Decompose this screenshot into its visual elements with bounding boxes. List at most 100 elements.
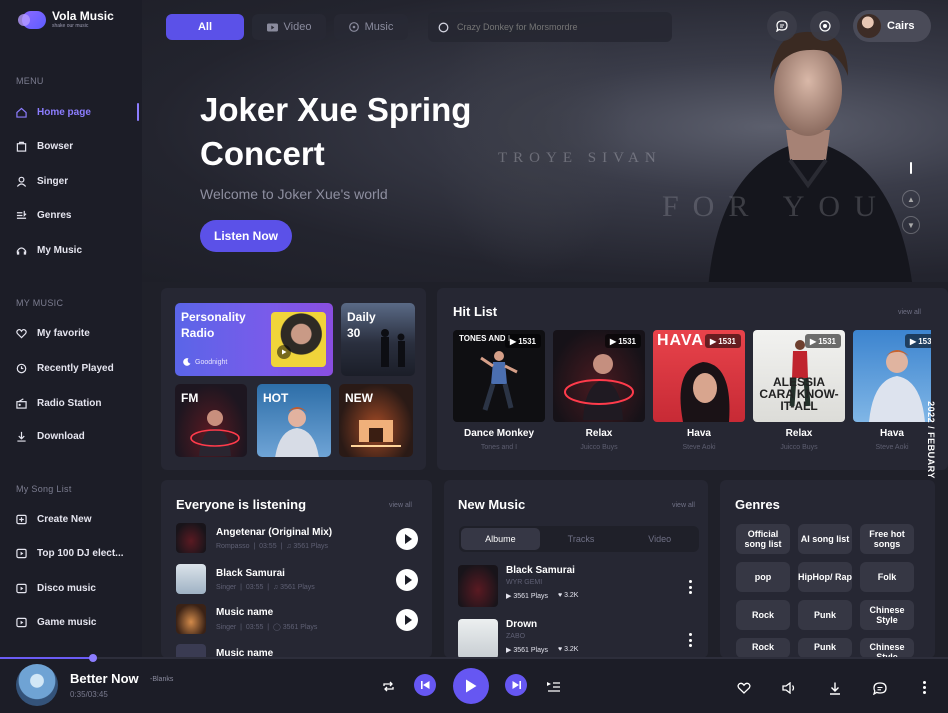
hit-item[interactable]: HAVA ▶ 1531 Hava Steve Aoki <box>653 330 745 451</box>
play-count: 1531 <box>618 336 636 346</box>
carousel-indicator[interactable] <box>910 162 912 174</box>
play-button[interactable] <box>396 569 418 591</box>
new-music-view-all-link[interactable]: view all <box>672 502 695 509</box>
list-item[interactable]: Drown ZABO ▶ 3561 Plays ♥ 3.2K <box>458 619 578 659</box>
sidebar-item-download[interactable]: Download <box>16 426 136 446</box>
sidebar-item-disco-music[interactable]: Disco music <box>16 578 136 598</box>
sidebar-item-top-100[interactable]: Top 100 DJ elect... <box>16 543 136 563</box>
player-more-options-icon[interactable] <box>922 681 926 694</box>
new-card[interactable]: NEW <box>339 384 413 457</box>
play-pause-button[interactable] <box>453 668 489 704</box>
sidebar-item-favorite[interactable]: My favorite <box>16 323 136 343</box>
hit-item[interactable]: ▶1531 Hava Steve Aoki <box>853 330 931 451</box>
messages-button[interactable] <box>767 11 797 41</box>
play-count-badge: ▶1531 <box>505 334 541 348</box>
sidebar-item-label: Recently Played <box>37 362 114 374</box>
sidebar-item-singer[interactable]: Singer <box>16 171 136 191</box>
sidebar-item-recently-played[interactable]: Recently Played <box>16 358 136 378</box>
tab-all[interactable]: All <box>166 14 244 40</box>
previous-button[interactable] <box>414 674 436 696</box>
hit-cover: ▶1531 <box>853 330 931 422</box>
active-indicator <box>137 103 139 121</box>
sidebar-item-radio-station[interactable]: Radio Station <box>16 393 136 413</box>
comments-button[interactable] <box>871 679 889 697</box>
genre-chip[interactable]: Free hot songs <box>860 524 914 554</box>
everyone-listening-view-all-link[interactable]: view all <box>389 502 412 509</box>
user-menu[interactable]: Cairs <box>853 10 931 42</box>
tab-music[interactable]: Music <box>334 14 408 40</box>
fm-card[interactable]: FM <box>175 384 247 457</box>
carousel-up-icon[interactable]: ▲ <box>902 190 920 208</box>
volume-button[interactable] <box>780 679 798 697</box>
album-stats: ▶ 3561 Plays ♥ 3.2K <box>506 592 578 600</box>
repeat-button[interactable] <box>380 678 396 694</box>
hit-item[interactable]: TONES AND I ▶ 1531 Dance Monkey Tones and… <box>453 330 545 451</box>
sidebar-item-genres[interactable]: Genres <box>16 205 136 225</box>
more-options-icon[interactable] <box>688 580 692 594</box>
daily-30-card[interactable]: Daily 30 <box>341 303 415 376</box>
sidebar-item-game-music[interactable]: Game music <box>16 612 136 632</box>
list-item[interactable]: Music name Singer | 03:55 | ◯ 3561 Plays <box>176 604 317 634</box>
record-button[interactable] <box>810 11 840 41</box>
user-name: Cairs <box>887 20 915 32</box>
genre-chip[interactable]: Rock <box>736 638 790 658</box>
search-bar[interactable] <box>428 12 672 42</box>
sidebar-item-bowser[interactable]: Bowser <box>16 136 136 156</box>
sidebar-item-my-music[interactable]: My Music <box>16 240 136 260</box>
genre-chip[interactable]: AI song list <box>798 524 852 554</box>
genres-icon <box>16 210 27 219</box>
headphones-icon <box>16 246 27 255</box>
sidebar-item-create-new[interactable]: Create New <box>16 509 136 529</box>
listen-now-button[interactable]: Listen Now <box>200 220 292 252</box>
progress-handle[interactable] <box>88 654 97 662</box>
favorite-button[interactable] <box>735 679 753 697</box>
genre-chip[interactable]: Chinese Style <box>860 638 914 658</box>
genre-chip[interactable]: Punk <box>798 638 852 658</box>
browse-icon <box>16 141 27 152</box>
radio-play-button[interactable] <box>277 345 291 359</box>
genre-chip[interactable]: pop <box>736 562 790 592</box>
hit-list-view-all-link[interactable]: view all <box>898 309 921 316</box>
singer-icon <box>16 176 27 187</box>
sidebar-item-label: Top 100 DJ elect... <box>37 547 124 559</box>
play-button[interactable] <box>396 528 418 550</box>
sidebar-item-home[interactable]: Home page <box>16 102 136 122</box>
list-item[interactable]: Angetenar (Original Mix) Rompasso | 03:5… <box>176 523 332 553</box>
likes-stat: ♥ 3.2K <box>557 646 579 653</box>
sidebar-item-label: Bowser <box>37 140 74 152</box>
genre-chip[interactable]: Official song list <box>736 524 790 554</box>
personality-radio-card[interactable]: Personality Radio Goodnight <box>175 303 333 376</box>
carousel-down-icon[interactable]: ▼ <box>902 216 920 234</box>
hit-item[interactable]: ▶ 1531 Relax Juicco Buys <box>553 330 645 451</box>
genre-chip[interactable]: Folk <box>860 562 914 592</box>
next-button[interactable] <box>505 674 527 696</box>
genre-chip[interactable]: Rock <box>736 600 790 630</box>
segment-video[interactable]: Video <box>620 526 699 552</box>
list-item[interactable]: Black Samurai WYR GEMI ▶ 3561 Plays ♥ 3.… <box>458 565 578 607</box>
now-playing-cover[interactable] <box>16 664 58 706</box>
play-button[interactable] <box>396 609 418 631</box>
more-options-icon[interactable] <box>688 633 692 647</box>
genre-chip[interactable]: Chinese Style <box>860 600 914 630</box>
app-logo[interactable]: Vola Music shake our music <box>18 10 114 29</box>
genre-chip[interactable]: HipHop/ Rap <box>798 562 852 592</box>
hit-item[interactable]: ALESSIA CARA KNOW-IT-ALL ▶ 1531 Relax Jui… <box>753 330 845 451</box>
hero-subtitle: Welcome to Joker Xue's world <box>200 186 388 202</box>
list-item[interactable]: Music name <box>176 644 273 658</box>
hero-banner[interactable]: TROYE SIVAN FOR YOU Joker Xue Spring Con… <box>142 0 948 282</box>
queue-button[interactable] <box>545 678 561 694</box>
hot-card[interactable]: HOT <box>257 384 331 457</box>
segment-albume[interactable]: Albume <box>461 528 540 550</box>
next-icon <box>512 681 521 689</box>
tab-video[interactable]: Video <box>252 14 326 40</box>
search-input[interactable] <box>457 22 667 32</box>
segment-tracks[interactable]: Tracks <box>542 526 621 552</box>
tab-label: Video <box>283 21 312 33</box>
play-icon: ▶ <box>610 336 617 346</box>
list-item[interactable]: Black Samurai Singer | 03:55 | ♫ 3561 Pl… <box>176 564 315 594</box>
play-icon: ▶ <box>710 336 717 346</box>
genre-chip[interactable]: Punk <box>798 600 852 630</box>
progress-track[interactable] <box>0 657 948 659</box>
download-button[interactable] <box>826 679 844 697</box>
play-icon: ▶ <box>910 336 917 346</box>
